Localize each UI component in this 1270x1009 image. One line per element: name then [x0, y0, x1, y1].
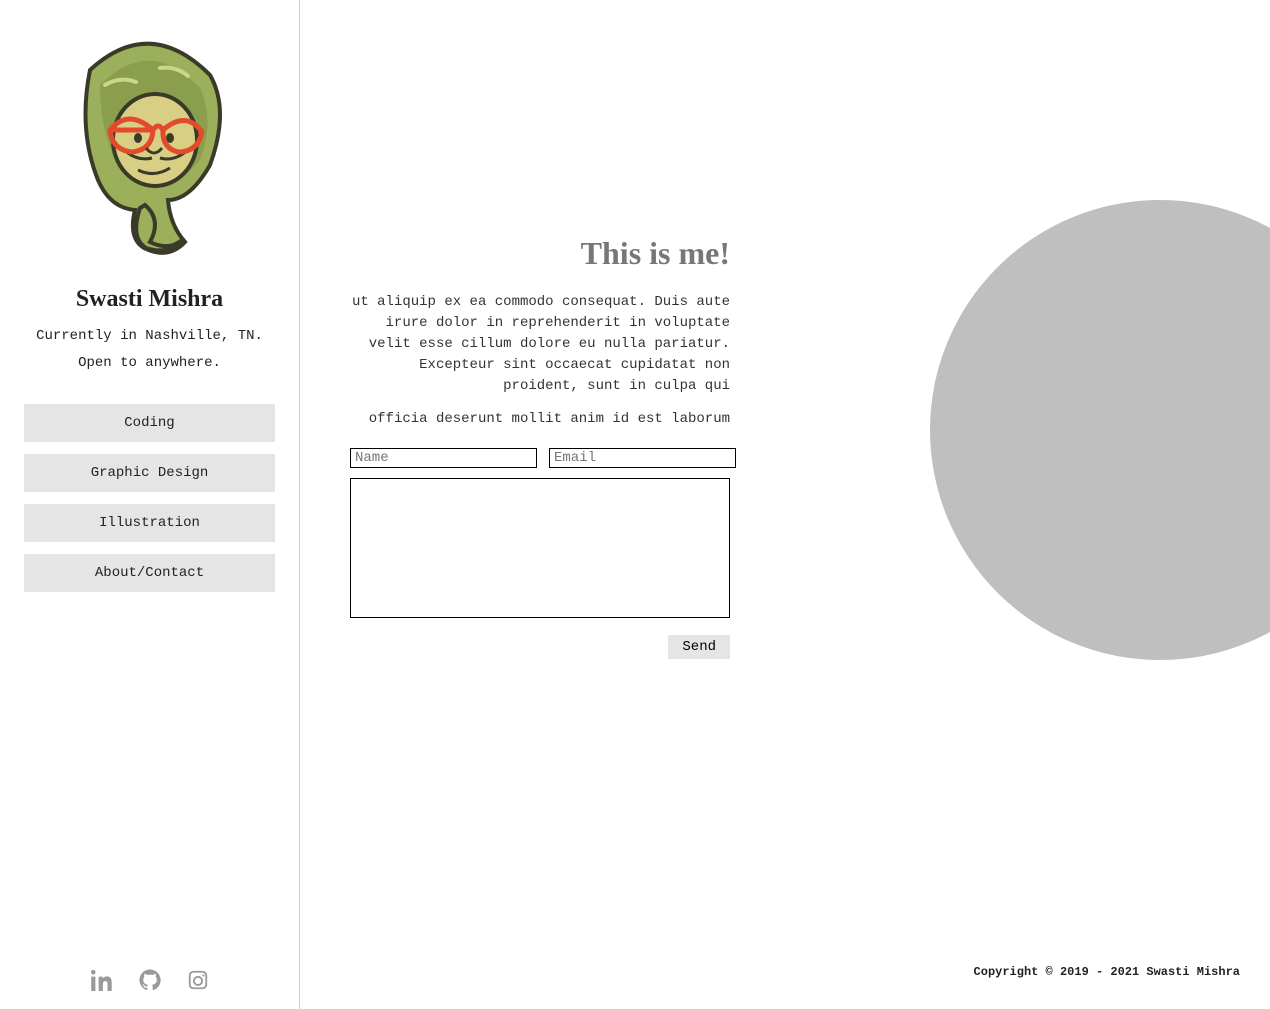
site-title: Swasti Mishra: [76, 286, 223, 313]
page-heading: This is me!: [350, 235, 730, 272]
copyright-text: Copyright © 2019 - 2021 Swasti Mishra: [974, 965, 1240, 979]
sidebar: Swasti Mishra Currently in Nashville, TN…: [0, 0, 300, 1009]
about-paragraph-2: officia deserunt mollit anim id est labo…: [350, 409, 730, 430]
email-input[interactable]: [549, 448, 736, 468]
nav-item-label: Graphic Design: [91, 465, 209, 481]
nav-item-coding[interactable]: Coding: [24, 404, 275, 442]
nav-item-label: Illustration: [99, 515, 200, 531]
about-paragraph-1: ut aliquip ex ea commodo consequat. Duis…: [350, 292, 730, 397]
tagline-line-2: Open to anywhere.: [78, 355, 221, 371]
github-icon[interactable]: [139, 969, 161, 991]
about-section: This is me! ut aliquip ex ea commodo con…: [350, 235, 730, 659]
sidebar-nav: Coding Graphic Design Illustration About…: [24, 404, 275, 592]
message-textarea[interactable]: [350, 478, 730, 618]
name-input[interactable]: [350, 448, 537, 468]
nav-item-label: About/Contact: [95, 565, 204, 581]
contact-form: Send: [350, 448, 730, 659]
main-content: This is me! ut aliquip ex ea commodo con…: [300, 0, 1270, 1009]
nav-item-about-contact[interactable]: About/Contact: [24, 554, 275, 592]
social-links: [0, 969, 299, 991]
avatar-illustration: [50, 30, 250, 270]
nav-item-label: Coding: [124, 415, 174, 431]
linkedin-icon[interactable]: [91, 969, 113, 991]
send-button[interactable]: Send: [668, 635, 730, 659]
nav-item-illustration[interactable]: Illustration: [24, 504, 275, 542]
instagram-icon[interactable]: [187, 969, 209, 991]
nav-item-graphic-design[interactable]: Graphic Design: [24, 454, 275, 492]
decorative-circle: [930, 200, 1270, 660]
tagline-line-1: Currently in Nashville, TN.: [36, 328, 263, 344]
tagline: Currently in Nashville, TN. Open to anyw…: [36, 323, 263, 376]
